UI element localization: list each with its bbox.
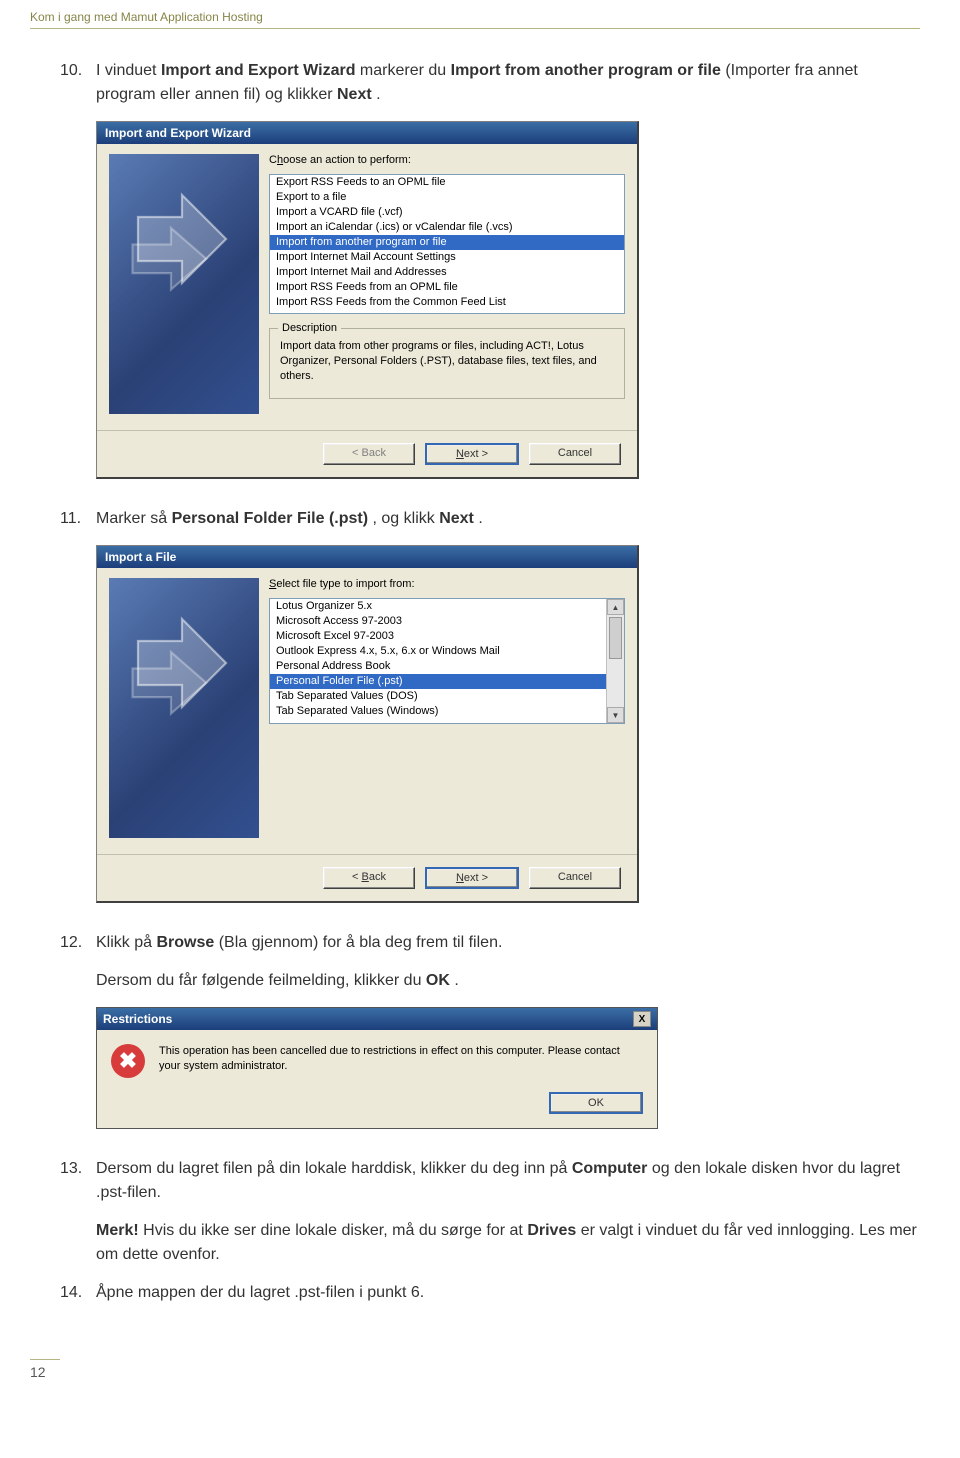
step-12-note: Dersom du får følgende feilmelding, klik… bbox=[96, 969, 920, 993]
step-number: 13. bbox=[60, 1157, 88, 1205]
wizard-side-image bbox=[109, 578, 259, 838]
text: Dersom du får følgende feilmelding, klik… bbox=[96, 972, 426, 989]
step-number: 14. bbox=[60, 1281, 88, 1305]
step-10: 10. I vinduet Import and Export Wizard m… bbox=[60, 59, 920, 107]
text: , og klikk bbox=[373, 510, 440, 527]
text: Åpne mappen der du lagret .pst-filen i p… bbox=[96, 1284, 424, 1301]
text-bold: Import from another program or file bbox=[451, 62, 721, 79]
text-bold: Import and Export Wizard bbox=[161, 62, 356, 79]
button-label: ext > bbox=[464, 448, 488, 460]
text: Klikk på bbox=[96, 934, 156, 951]
list-item[interactable]: Import from another program or file bbox=[270, 235, 624, 250]
error-icon: ✖ bbox=[111, 1044, 145, 1078]
step-number: 12. bbox=[60, 931, 88, 955]
text-bold: Personal Folder File (.pst) bbox=[172, 510, 368, 527]
list-item[interactable]: Export to a file bbox=[270, 190, 624, 205]
scrollbar[interactable]: ▲ ▼ bbox=[606, 599, 624, 723]
list-item[interactable]: Import Internet Mail and Addresses bbox=[270, 265, 624, 280]
step-12: 12. Klikk på Browse (Bla gjennom) for å … bbox=[60, 931, 920, 955]
action-listbox[interactable]: Export RSS Feeds to an OPML file Export … bbox=[269, 174, 625, 314]
list-item[interactable]: Import a VCARD file (.vcf) bbox=[270, 205, 624, 220]
text: I vinduet bbox=[96, 62, 161, 79]
button-label: Cancel bbox=[558, 447, 592, 459]
text: markerer du bbox=[360, 62, 451, 79]
scroll-up-icon[interactable]: ▲ bbox=[607, 599, 624, 615]
text: . bbox=[454, 972, 458, 989]
list-item[interactable]: Personal Address Book bbox=[270, 659, 607, 674]
text-bold: Next bbox=[337, 86, 372, 103]
text-bold: Computer bbox=[572, 1160, 648, 1177]
list-item[interactable]: Tab Separated Values (DOS) bbox=[270, 689, 607, 704]
close-icon[interactable]: X bbox=[633, 1011, 651, 1027]
arrow-icon bbox=[127, 184, 237, 294]
button-label: OK bbox=[588, 1097, 604, 1109]
arrow-icon bbox=[127, 608, 237, 718]
cancel-button[interactable]: Cancel bbox=[529, 443, 621, 465]
button-label: < Back bbox=[352, 447, 386, 459]
text: C bbox=[269, 154, 277, 166]
text: Dersom du lagret filen på din lokale har… bbox=[96, 1160, 572, 1177]
import-export-wizard-dialog: Import and Export Wizard Choose an actio… bbox=[96, 121, 639, 479]
list-item[interactable]: Microsoft Excel 97-2003 bbox=[270, 629, 607, 644]
dialog-title: Restrictions bbox=[103, 1012, 172, 1026]
step-14: 14. Åpne mappen der du lagret .pst-filen… bbox=[60, 1281, 920, 1305]
cancel-button[interactable]: Cancel bbox=[529, 867, 621, 889]
step-number: 11. bbox=[60, 507, 88, 531]
list-item[interactable]: Export RSS Feeds to an OPML file bbox=[270, 175, 624, 190]
next-button[interactable]: Next > bbox=[425, 867, 519, 889]
text: Hvis du ikke ser dine lokale disker, må … bbox=[143, 1222, 527, 1239]
list-item[interactable]: Import RSS Feeds from an OPML file bbox=[270, 280, 624, 295]
text-bold: Drives bbox=[527, 1222, 576, 1239]
text-bold: OK bbox=[426, 972, 450, 989]
next-button[interactable]: Next > bbox=[425, 443, 519, 465]
step-11: 11. Marker så Personal Folder File (.pst… bbox=[60, 507, 920, 531]
page-header: Kom i gang med Mamut Application Hosting bbox=[30, 10, 920, 29]
text-bold: Merk! bbox=[96, 1222, 139, 1239]
list-item[interactable]: Import RSS Feeds from the Common Feed Li… bbox=[270, 295, 624, 310]
prompt-text: Select file type to import from: bbox=[269, 578, 625, 590]
restrictions-dialog: Restrictions X ✖ This operation has been… bbox=[96, 1007, 658, 1129]
back-button: < Back bbox=[323, 443, 415, 465]
description-group: Description Import data from other progr… bbox=[269, 328, 625, 399]
import-file-dialog: Import a File Select file type to import… bbox=[96, 545, 639, 903]
dialog-title: Import a File bbox=[97, 546, 637, 568]
scroll-down-icon[interactable]: ▼ bbox=[607, 707, 624, 723]
list-item[interactable]: Import an iCalendar (.ics) or vCalendar … bbox=[270, 220, 624, 235]
wizard-side-image bbox=[109, 154, 259, 414]
step-number: 10. bbox=[60, 59, 88, 107]
text: Marker så bbox=[96, 510, 172, 527]
description-text: Import data from other programs or files… bbox=[280, 339, 614, 384]
text-bold: Next bbox=[439, 510, 474, 527]
list-item[interactable]: Tab Separated Values (Windows) bbox=[270, 704, 607, 719]
button-label: Cancel bbox=[558, 871, 592, 883]
error-message: This operation has been cancelled due to… bbox=[159, 1044, 643, 1078]
page-number: 12 bbox=[30, 1359, 60, 1380]
list-item[interactable]: Microsoft Access 97-2003 bbox=[270, 614, 607, 629]
text: oose an action to perform: bbox=[283, 154, 411, 166]
list-item[interactable]: Outlook Express 4.x, 5.x, 6.x or Windows… bbox=[270, 644, 607, 659]
text: . bbox=[376, 86, 380, 103]
list-item[interactable]: Lotus Organizer 5.x bbox=[270, 599, 607, 614]
list-item[interactable]: Personal Folder File (.pst) bbox=[270, 674, 607, 689]
list-item[interactable]: Import Internet Mail Account Settings bbox=[270, 250, 624, 265]
back-button[interactable]: < Back bbox=[323, 867, 415, 889]
text-bold: Browse bbox=[156, 934, 214, 951]
scroll-thumb[interactable] bbox=[609, 617, 622, 659]
ok-button[interactable]: OK bbox=[549, 1092, 643, 1114]
text: (Bla gjennom) for å bla deg frem til fil… bbox=[219, 934, 503, 951]
filetype-listbox[interactable]: Lotus Organizer 5.x Microsoft Access 97-… bbox=[269, 598, 625, 724]
merk-note: Merk! Hvis du ikke ser dine lokale diske… bbox=[96, 1219, 920, 1267]
description-legend: Description bbox=[278, 321, 341, 336]
step-13: 13. Dersom du lagret filen på din lokale… bbox=[60, 1157, 920, 1205]
prompt-text: Choose an action to perform: bbox=[269, 154, 625, 166]
text: elect file type to import from: bbox=[276, 578, 414, 590]
dialog-title: Import and Export Wizard bbox=[97, 122, 637, 144]
text: . bbox=[478, 510, 482, 527]
